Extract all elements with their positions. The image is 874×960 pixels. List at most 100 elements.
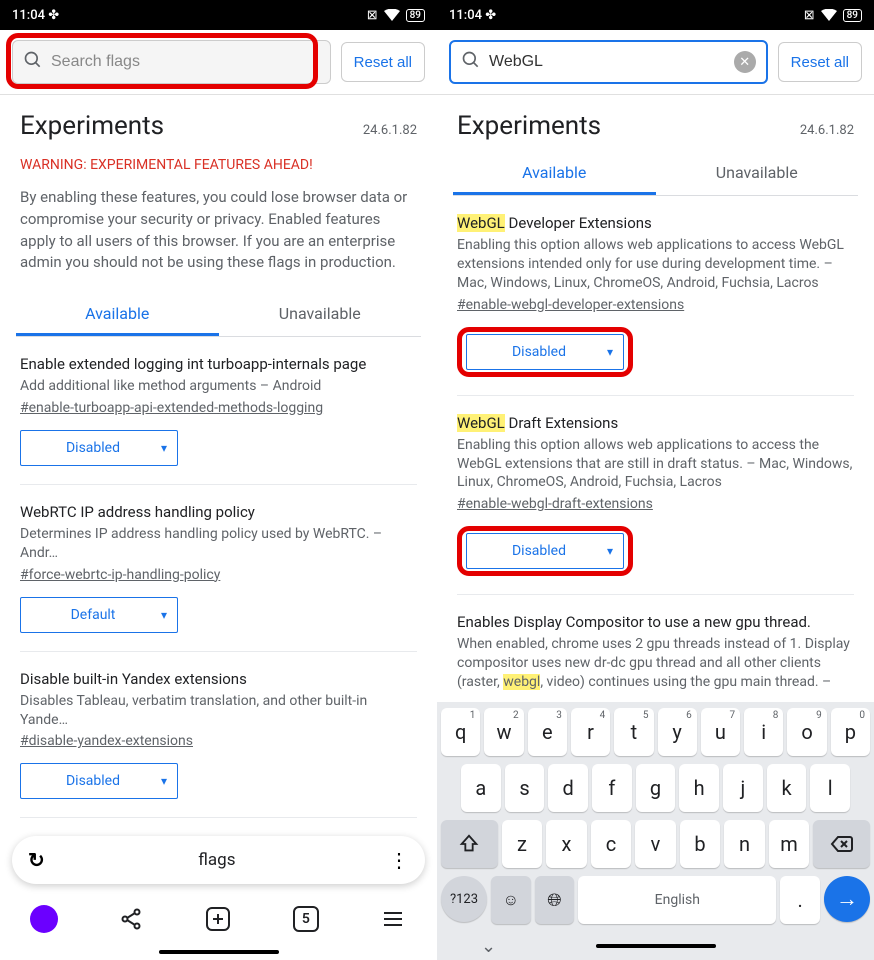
new-tab-icon[interactable] xyxy=(204,905,232,933)
omnibox[interactable]: ↻ flags ⋮ xyxy=(12,836,425,884)
omnibox-text: flags xyxy=(45,850,389,870)
reload-icon[interactable]: ↻ xyxy=(28,848,45,872)
backspace-key[interactable] xyxy=(813,820,870,868)
search-input-container[interactable] xyxy=(12,40,331,84)
browser-bottom-bar: ↻ flags ⋮ 5 xyxy=(0,828,437,960)
tab-available[interactable]: Available xyxy=(453,149,656,195)
tab-unavailable[interactable]: Unavailable xyxy=(656,149,859,195)
hamburger-icon[interactable] xyxy=(379,905,407,933)
key-v[interactable]: v xyxy=(635,820,676,868)
key-z[interactable]: z xyxy=(502,820,543,868)
flag-title: Disable built-in Yandex extensions xyxy=(20,670,417,688)
flag-desc: Determines IP address handling policy us… xyxy=(20,525,417,563)
shift-key[interactable] xyxy=(441,820,498,868)
tabs-button[interactable]: 5 xyxy=(292,905,320,933)
clear-icon[interactable]: ✕ xyxy=(734,51,756,73)
language-key[interactable]: 🌐︎ xyxy=(535,876,575,924)
status-bar: 11:04 ✤ ⊠ 89 xyxy=(437,0,874,30)
flag-title: Enable extended logging int turboapp-int… xyxy=(20,355,417,373)
page-title: Experiments xyxy=(20,111,164,141)
intro-text: By enabling these features, you could lo… xyxy=(0,181,437,290)
flag-item: WebGL Developer Extensions Enabling this… xyxy=(457,196,854,396)
reset-button[interactable]: Reset all xyxy=(778,42,862,82)
key-p[interactable]: p0 xyxy=(831,708,870,756)
version-label: 24.6.1.82 xyxy=(363,123,417,138)
status-time: 11:04 ✤ xyxy=(449,8,496,23)
key-b[interactable]: b xyxy=(680,820,721,868)
numeric-key[interactable]: ?123 xyxy=(441,876,487,922)
key-r[interactable]: r4 xyxy=(571,708,610,756)
key-j[interactable]: j xyxy=(723,764,763,812)
flag-select[interactable]: Disabled xyxy=(466,533,624,569)
menu-icon[interactable]: ⋮ xyxy=(389,848,409,872)
home-indicator xyxy=(596,944,716,948)
key-a[interactable]: a xyxy=(461,764,501,812)
left-screenshot: 11:04 ✤ ⊠ 89 Reset all Experiments 24.6.… xyxy=(0,0,437,960)
key-x[interactable]: x xyxy=(546,820,587,868)
spacebar[interactable]: English xyxy=(578,876,776,924)
flag-select[interactable]: Disabled xyxy=(20,430,178,466)
status-bar: 11:04 ✤ ⊠ 89 xyxy=(0,0,437,30)
key-q[interactable]: q1 xyxy=(441,708,480,756)
flag-id: #disable-yandex-extensions xyxy=(20,733,417,749)
flag-id: #enable-webgl-draft-extensions xyxy=(457,496,854,512)
flag-select[interactable]: Disabled xyxy=(20,763,178,799)
key-n[interactable]: n xyxy=(724,820,765,868)
software-keyboard[interactable]: q1w2e3r4t5y6u7i8o9p0 asdfghjkl zxcvbnm ?… xyxy=(437,702,874,960)
key-w[interactable]: w2 xyxy=(484,708,523,756)
flag-id: #force-webrtc-ip-handling-policy xyxy=(20,567,417,583)
key-y[interactable]: y6 xyxy=(658,708,697,756)
highlight-annotation: Disabled xyxy=(457,526,633,576)
key-i[interactable]: i8 xyxy=(744,708,783,756)
home-button[interactable] xyxy=(30,905,58,933)
search-input[interactable] xyxy=(489,53,726,71)
home-indicator xyxy=(159,950,279,954)
key-k[interactable]: k xyxy=(767,764,807,812)
key-d[interactable]: d xyxy=(548,764,588,812)
flag-item: Enable extended logging int turboapp-int… xyxy=(20,337,417,485)
wifi-icon xyxy=(821,9,837,21)
search-input-container[interactable]: ✕ xyxy=(449,40,768,84)
emoji-key[interactable]: ☺ xyxy=(491,876,531,924)
flag-item: Enables Display Compositor to use a new … xyxy=(457,595,854,714)
flag-title: Enables Display Compositor to use a new … xyxy=(457,613,854,631)
period-key[interactable]: . xyxy=(780,876,820,924)
flag-title: WebGL Developer Extensions xyxy=(457,214,854,232)
key-s[interactable]: s xyxy=(505,764,545,812)
search-icon xyxy=(23,50,43,74)
flag-item: WebRTC IP address handling policy Determ… xyxy=(20,485,417,652)
flag-select[interactable]: Disabled xyxy=(466,334,624,370)
reset-button[interactable]: Reset all xyxy=(341,42,425,82)
tab-available[interactable]: Available xyxy=(16,290,219,336)
flag-desc: Disables Tableau, verbatim translation, … xyxy=(20,692,417,730)
flag-title: WebRTC IP address handling policy xyxy=(20,503,417,521)
share-icon[interactable] xyxy=(117,905,145,933)
page-title: Experiments xyxy=(457,111,601,141)
flag-id: #enable-webgl-developer-extensions xyxy=(457,297,854,313)
flag-id: #enable-turboapp-api-extended-methods-lo… xyxy=(20,400,417,416)
key-t[interactable]: t5 xyxy=(614,708,653,756)
highlight-annotation: Disabled xyxy=(457,327,633,377)
flag-title: WebGL Draft Extensions xyxy=(457,414,854,432)
version-label: 24.6.1.82 xyxy=(800,123,854,138)
key-c[interactable]: c xyxy=(591,820,632,868)
key-f[interactable]: f xyxy=(592,764,632,812)
search-icon xyxy=(461,50,481,74)
key-l[interactable]: l xyxy=(810,764,850,812)
flag-item: WebGL Draft Extensions Enabling this opt… xyxy=(457,396,854,596)
key-e[interactable]: e3 xyxy=(528,708,567,756)
key-m[interactable]: m xyxy=(769,820,810,868)
wifi-icon xyxy=(384,9,400,21)
key-o[interactable]: o9 xyxy=(787,708,826,756)
collapse-keyboard-icon[interactable]: ⌄ xyxy=(481,936,496,957)
battery-icon: 89 xyxy=(843,9,862,22)
key-g[interactable]: g xyxy=(636,764,676,812)
key-h[interactable]: h xyxy=(679,764,719,812)
flag-select[interactable]: Default xyxy=(20,597,178,633)
go-key[interactable]: → xyxy=(824,876,870,922)
flag-desc: When enabled, chrome uses 2 gpu threads … xyxy=(457,635,854,692)
vibrate-icon: ⊠ xyxy=(367,8,378,23)
search-input[interactable] xyxy=(51,53,320,71)
key-u[interactable]: u7 xyxy=(701,708,740,756)
tab-unavailable[interactable]: Unavailable xyxy=(219,290,422,336)
